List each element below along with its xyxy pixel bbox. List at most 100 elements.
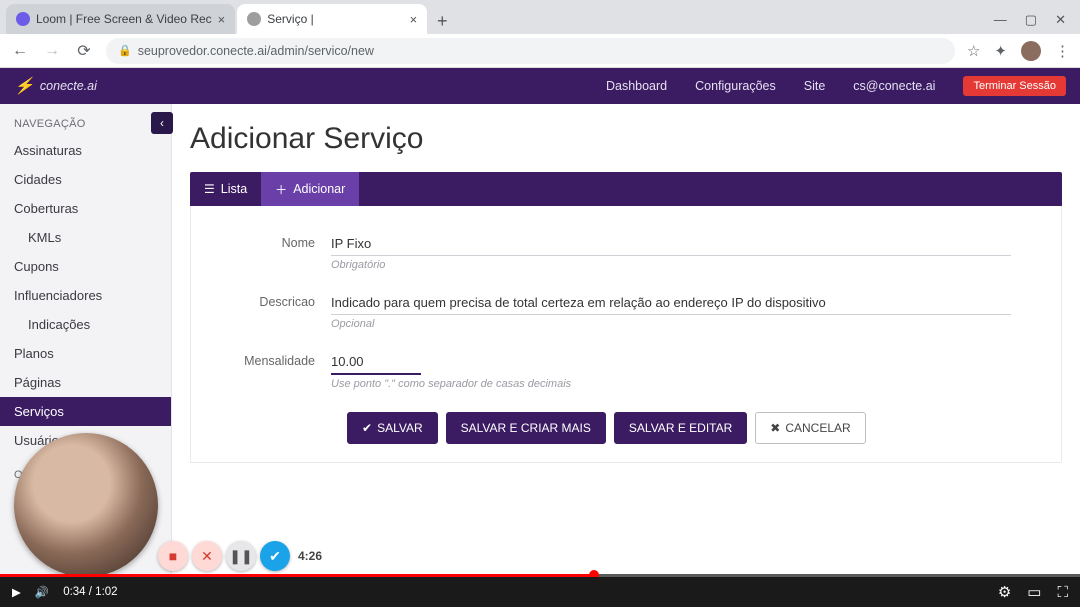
close-window-icon[interactable]: ✕: [1055, 12, 1066, 28]
tab-title: Loom | Free Screen & Video Rec: [36, 12, 212, 26]
list-icon: ☰: [204, 182, 215, 196]
sidebar-item-influenciadores[interactable]: Influenciadores: [0, 281, 171, 310]
loom-stop-button[interactable]: ■: [158, 541, 188, 571]
save-edit-button[interactable]: SALVAR E EDITAR: [614, 412, 747, 444]
minimize-icon[interactable]: —: [994, 12, 1007, 28]
save-label: SALVAR: [377, 421, 423, 435]
field-descricao: Opcional: [331, 293, 1011, 330]
save-edit-label: SALVAR E EDITAR: [629, 421, 732, 435]
plus-icon: ＋: [275, 181, 287, 198]
brand-text: conecte.ai: [40, 79, 97, 93]
video-control-bar: ▶ 🔊 0:34 / 1:02 ⚙ ▭ ⛶: [0, 577, 1080, 607]
sidebar-item-coberturas[interactable]: Coberturas: [0, 194, 171, 223]
tab-lista[interactable]: ☰ Lista: [190, 172, 261, 206]
page-title: Adicionar Serviço: [190, 122, 1062, 156]
miniplayer-icon[interactable]: ▭: [1027, 583, 1041, 601]
sidebar-item-cidades[interactable]: Cidades: [0, 165, 171, 194]
save-button[interactable]: ✔ SALVAR: [347, 412, 438, 444]
url-text: seuprovedor.conecte.ai/admin/servico/new: [138, 44, 374, 58]
sidebar-item-planos[interactable]: Planos: [0, 339, 171, 368]
nav-config[interactable]: Configurações: [695, 79, 776, 93]
input-nome[interactable]: [331, 234, 1011, 256]
favicon-loom: [16, 12, 30, 26]
save-more-label: SALVAR E CRIAR MAIS: [461, 421, 591, 435]
input-descricao[interactable]: [331, 293, 1011, 315]
forward-icon[interactable]: →: [42, 42, 62, 60]
webcam-bubble[interactable]: [14, 433, 158, 577]
form-row-descricao: Descricao Opcional: [231, 293, 1021, 330]
field-nome: Obrigatório: [331, 234, 1011, 271]
nav-dashboard[interactable]: Dashboard: [606, 79, 667, 93]
sidebar-item-indicacoes[interactable]: Indicações: [0, 310, 171, 339]
nav-email[interactable]: cs@conecte.ai: [853, 79, 935, 93]
button-row: ✔ SALVAR SALVAR E CRIAR MAIS SALVAR E ED…: [347, 412, 1021, 444]
input-mensalidade[interactable]: [331, 352, 421, 375]
sidebar-item-cupons[interactable]: Cupons: [0, 252, 171, 281]
browser-chrome: Loom | Free Screen & Video Rec × Serviço…: [0, 0, 1080, 68]
back-icon[interactable]: ←: [10, 42, 30, 60]
extensions-icon[interactable]: ✦: [994, 42, 1007, 60]
sidebar-item-paginas[interactable]: Páginas: [0, 368, 171, 397]
app-header: ⚡ conecte.ai Dashboard Configurações Sit…: [0, 68, 1080, 104]
chevron-left-icon: ‹: [160, 116, 164, 130]
content: Adicionar Serviço ☰ Lista ＋ Adicionar No…: [172, 104, 1080, 577]
form-area: Nome Obrigatório Descricao Opcional Mens…: [190, 206, 1062, 463]
sidebar-item-assinaturas[interactable]: Assinaturas: [0, 136, 171, 165]
play-icon[interactable]: ▶: [12, 585, 21, 599]
tab-strip: Loom | Free Screen & Video Rec × Serviço…: [0, 0, 1080, 34]
video-right-controls: ⚙ ▭ ⛶: [998, 583, 1068, 601]
brand-logo-icon: ⚡: [14, 76, 34, 96]
save-create-more-button[interactable]: SALVAR E CRIAR MAIS: [446, 412, 606, 444]
label-mensalidade: Mensalidade: [231, 352, 331, 368]
cancel-label: CANCELAR: [785, 421, 850, 435]
window-controls: — ▢ ✕: [994, 12, 1080, 34]
maximize-icon[interactable]: ▢: [1025, 12, 1037, 28]
loom-restart-button[interactable]: ✔: [260, 541, 290, 571]
loom-pause-button[interactable]: ❚❚: [226, 541, 256, 571]
brand[interactable]: ⚡ conecte.ai: [14, 76, 97, 96]
tab-adicionar-label: Adicionar: [293, 182, 345, 196]
url-field[interactable]: 🔒 seuprovedor.conecte.ai/admin/servico/n…: [106, 38, 955, 64]
lock-icon: 🔒: [118, 44, 132, 57]
form-row-nome: Nome Obrigatório: [231, 234, 1021, 271]
tab-adicionar[interactable]: ＋ Adicionar: [261, 172, 359, 206]
browser-tab-loom[interactable]: Loom | Free Screen & Video Rec ×: [6, 4, 235, 34]
settings-icon[interactable]: ⚙: [998, 583, 1011, 601]
profile-avatar[interactable]: [1021, 41, 1041, 61]
hint-mensalidade: Use ponto "." como separador de casas de…: [331, 378, 1011, 390]
loom-elapsed: 4:26: [298, 549, 322, 563]
loom-controls: ■ ✕ ❚❚ ✔ 4:26: [158, 541, 322, 571]
loom-cancel-button[interactable]: ✕: [192, 541, 222, 571]
sidebar-item-servicos[interactable]: Serviços: [0, 397, 171, 426]
video-current: 0:34: [63, 586, 85, 598]
label-nome: Nome: [231, 234, 331, 250]
sidebar-section-nav: NAVEGAÇÃO: [0, 104, 171, 136]
fullscreen-icon[interactable]: ⛶: [1057, 584, 1068, 601]
cancel-button[interactable]: ✖ CANCELAR: [755, 412, 865, 444]
favicon-generic: [247, 12, 261, 26]
menu-icon[interactable]: ⋮: [1055, 42, 1070, 60]
browser-tab-servico[interactable]: Serviço | ×: [237, 4, 427, 34]
new-tab-button[interactable]: +: [429, 8, 455, 34]
tab-title: Serviço |: [267, 12, 313, 26]
check-icon: ✔: [362, 421, 372, 435]
reload-icon[interactable]: ⟳: [74, 41, 94, 61]
nav-site[interactable]: Site: [804, 79, 826, 93]
field-mensalidade: Use ponto "." como separador de casas de…: [331, 352, 1011, 390]
form-row-mensalidade: Mensalidade Use ponto "." como separador…: [231, 352, 1021, 390]
video-total: 1:02: [95, 586, 117, 598]
sidebar-item-kmls[interactable]: KMLs: [0, 223, 171, 252]
star-icon[interactable]: ☆: [967, 42, 980, 60]
hint-nome: Obrigatório: [331, 259, 1011, 271]
collapse-sidebar-button[interactable]: ‹: [151, 112, 173, 134]
x-icon: ✖: [770, 421, 780, 435]
content-tabs: ☰ Lista ＋ Adicionar: [190, 172, 1062, 206]
close-icon[interactable]: ×: [218, 12, 226, 27]
app-nav: Dashboard Configurações Site cs@conecte.…: [606, 76, 1066, 96]
close-icon[interactable]: ×: [410, 12, 418, 27]
hint-descricao: Opcional: [331, 318, 1011, 330]
volume-icon[interactable]: 🔊: [35, 585, 49, 599]
address-bar: ← → ⟳ 🔒 seuprovedor.conecte.ai/admin/ser…: [0, 34, 1080, 68]
logout-button[interactable]: Terminar Sessão: [963, 76, 1066, 96]
label-descricao: Descricao: [231, 293, 331, 309]
